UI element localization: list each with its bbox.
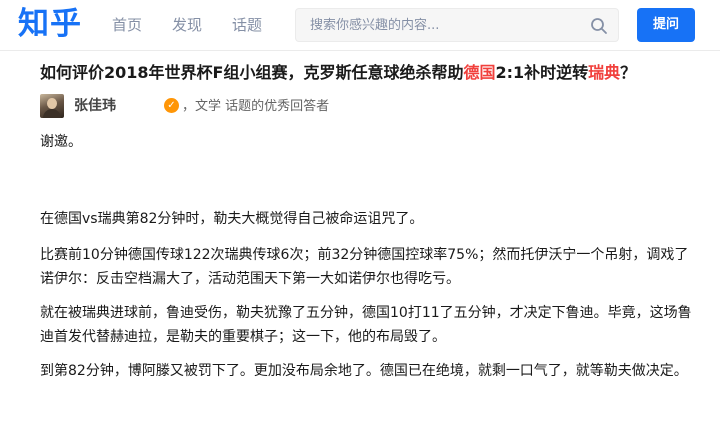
title-highlight-sweden: 瑞典	[588, 63, 621, 82]
answer-paragraph: 就在被瑞典进球前，鲁迪受伤，勒夫犹豫了五分钟，德国10打11了五分钟，才决定下鲁…	[40, 305, 692, 345]
search-icon[interactable]	[590, 17, 608, 35]
answer-paragraph: 比赛前10分钟德国传球122次瑞典传球6次；前32分钟德国控球率75%；然而托伊…	[40, 247, 689, 287]
answer-paragraph: 谢邀。	[40, 134, 82, 150]
answer-paragraph: 到第82分钟，博阿滕又被罚下了。更加没布局余地了。德国已在绝境，就剩一口气了，就…	[40, 363, 688, 379]
nav-discover[interactable]: 发现	[172, 15, 202, 35]
nav-home[interactable]: 首页	[112, 15, 142, 35]
avatar-body	[43, 109, 61, 118]
avatar[interactable]	[40, 94, 64, 118]
author-description: ，文学 话题的优秀回答者	[182, 99, 330, 114]
answer-paragraph: 在德国vs瑞典第82分钟时，勒夫大概觉得自己被命运诅咒了。	[40, 211, 424, 227]
top-navigation-bar: 知乎 首页 发现 话题 提问	[0, 0, 720, 51]
title-text-2: 2:1补时逆转	[495, 63, 589, 82]
badge-icon: ✓	[164, 98, 179, 113]
answer-author-info: 张佳玮 ✓ ，文学 话题的优秀回答者	[40, 94, 700, 120]
zhihu-logo[interactable]: 知乎	[18, 4, 82, 44]
question-title[interactable]: 如何评价2018年世界杯F组小组赛，克罗斯任意球绝杀帮助德国2:1补时逆转瑞典？	[40, 62, 710, 84]
ask-question-button[interactable]: 提问	[637, 8, 695, 42]
title-text-1: 如何评价2018年世界杯F组小组赛，克罗斯任意球绝杀帮助	[40, 63, 464, 82]
author-name[interactable]: 张佳玮	[74, 96, 116, 116]
title-highlight-germany: 德国	[463, 63, 496, 82]
nav-topics[interactable]: 话题	[232, 15, 262, 35]
search-input[interactable]	[310, 9, 580, 41]
search-box	[295, 8, 619, 42]
answer-content: 谢邀。 在德国vs瑞典第82分钟时，勒夫大概觉得自己被命运诅咒了。 比赛前10分…	[40, 130, 700, 383]
title-text-3: ？	[620, 63, 637, 82]
avatar-face	[47, 98, 57, 109]
